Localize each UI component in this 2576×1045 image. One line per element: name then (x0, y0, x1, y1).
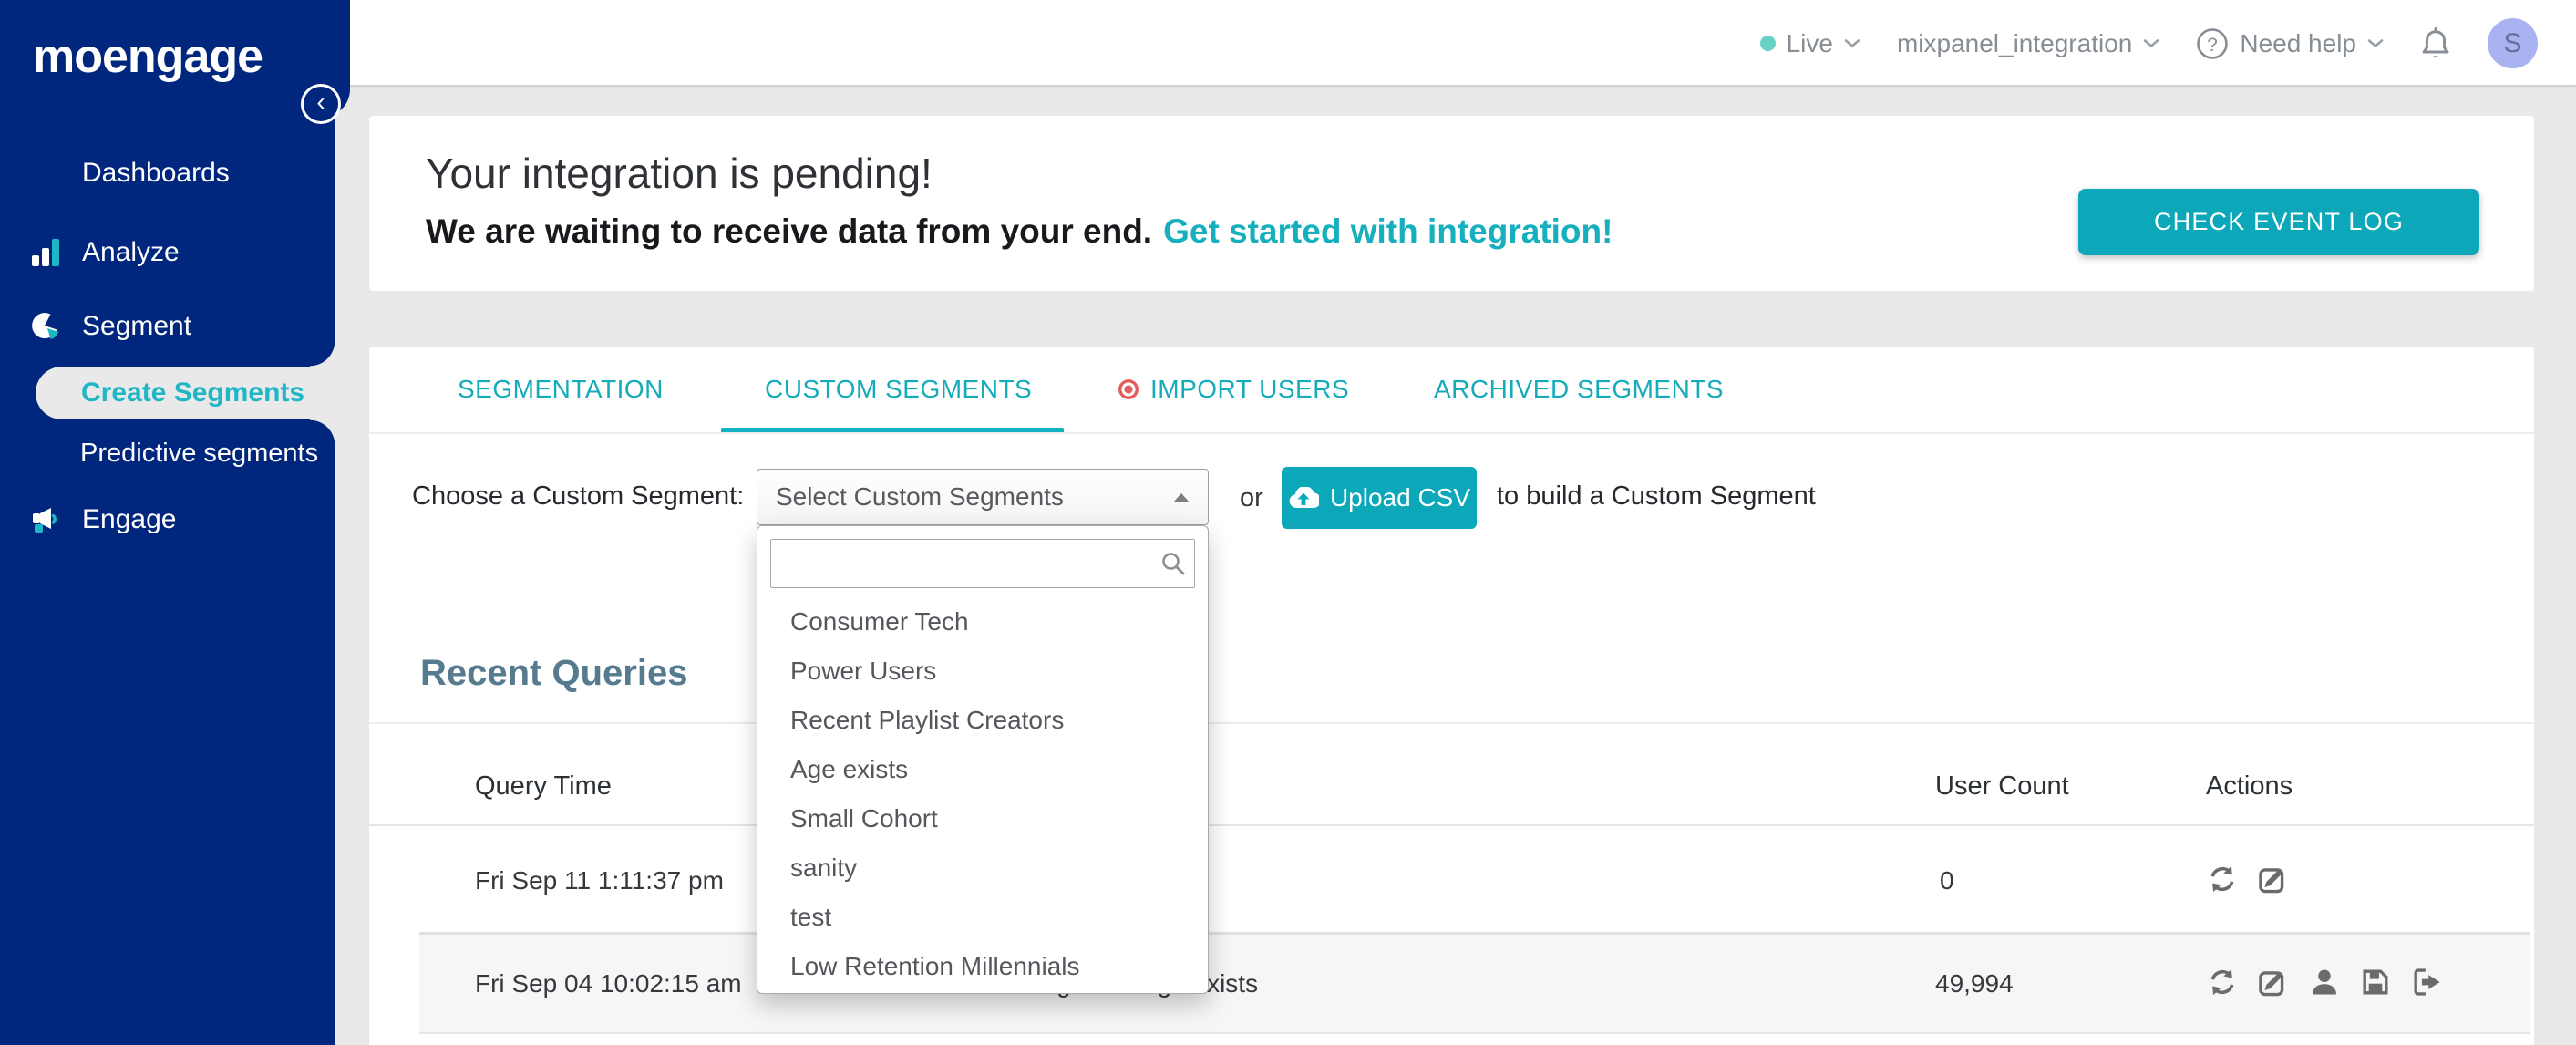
live-status-dot (1759, 36, 1776, 51)
tabs-divider (369, 432, 2534, 434)
cloud-upload-icon (1289, 486, 1319, 508)
sidebar-collapse-button[interactable]: ‹ (301, 84, 341, 124)
sidebar-item-engage[interactable]: Engage (0, 492, 335, 547)
top-bar: Live mixpanel_integration ? Need help S (0, 0, 2576, 87)
column-header-query-time: Query Time (475, 771, 612, 801)
refresh-action-icon[interactable] (2206, 966, 2239, 998)
tab-import-users-label: IMPORT USERS (1150, 375, 1350, 403)
chevron-up-icon (1173, 493, 1190, 502)
tab-custom-segments[interactable]: CUSTOM SEGMENTS (765, 375, 1032, 404)
column-header-actions: Actions (2206, 771, 2293, 801)
section-divider (369, 722, 2534, 724)
tab-segmentation[interactable]: SEGMENTATION (458, 375, 664, 404)
query-time-cell: Fri Sep 04 10:02:15 am (475, 969, 742, 998)
row-actions (2206, 863, 2290, 895)
workspace-selector[interactable]: mixpanel_integration (1897, 29, 2159, 58)
dropdown-search-input[interactable] (770, 539, 1195, 588)
upload-csv-label: Upload CSV (1329, 483, 1471, 512)
sidebar-item-label: Dashboards (82, 158, 230, 188)
sidebar-item-label: Analyze (82, 237, 180, 267)
sidebar-item-label: Predictive segments (80, 438, 319, 468)
table-row: Fri Sep 11 1:11:37 pm 0 (419, 826, 2530, 932)
upload-csv-button[interactable]: Upload CSV (1282, 467, 1477, 529)
import-users-badge-icon (1118, 379, 1139, 399)
or-text: or (1240, 483, 1263, 512)
sidebar-item-create-segments[interactable]: Create Segments (36, 367, 335, 419)
get-started-link[interactable]: Get started with integration! (1163, 212, 1613, 250)
dropdown-option[interactable]: Consumer Tech (757, 597, 1210, 647)
sidebar-item-segment[interactable]: Segment (0, 299, 335, 354)
query-time-cell: Fri Sep 11 1:11:37 pm (475, 866, 724, 895)
column-header-user-count: User Count (1935, 771, 2069, 801)
sidebar-item-label: Create Segments (81, 378, 305, 408)
sidebar-item-label: Segment (82, 311, 192, 341)
chevron-down-icon (2367, 39, 2384, 47)
refresh-action-icon[interactable] (2206, 863, 2239, 895)
banner-subtitle: We are waiting to receive data from your… (426, 212, 1613, 251)
segment-pie-icon (31, 312, 60, 341)
sidebar-item-predictive-segments[interactable]: Predictive segments (0, 427, 335, 480)
export-action-icon[interactable] (2410, 966, 2443, 998)
segments-panel: SEGMENTATION CUSTOM SEGMENTS IMPORT USER… (369, 347, 2534, 1045)
chevron-left-icon: ‹ (316, 88, 325, 116)
environment-selector[interactable]: Live (1759, 28, 1860, 58)
edit-action-icon[interactable] (2257, 966, 2290, 998)
custom-segment-dropdown: Consumer Tech Power Users Recent Playlis… (757, 525, 1209, 994)
search-icon (1162, 553, 1185, 575)
sidebar-item-label: Engage (82, 504, 177, 534)
dropdown-search (770, 539, 1195, 588)
question-circle-icon: ? (2197, 27, 2229, 59)
avatar-initial: S (2503, 27, 2522, 58)
check-event-log-button[interactable]: CHECK EVENT LOG (2078, 189, 2479, 255)
help-label: Need help (2240, 28, 2356, 57)
sidebar-item-analyze[interactable]: Analyze (0, 225, 335, 280)
tab-archived-segments[interactable]: ARCHIVED SEGMENTS (1434, 375, 1724, 404)
dropdown-option[interactable]: sanity (757, 843, 1210, 893)
custom-segment-select-value: Select Custom Segments (776, 482, 1064, 511)
dashboards-grid-icon (31, 159, 60, 188)
avatar[interactable]: S (2488, 18, 2538, 68)
table-row: Fri Sep 04 10:02:15 am Users in custom s… (419, 935, 2530, 1032)
tab-import-users[interactable]: IMPORT USERS (1118, 375, 1349, 404)
recent-queries-heading: Recent Queries (420, 653, 688, 693)
moengage-logo: moengage (33, 30, 263, 83)
chevron-down-icon (2144, 39, 2159, 47)
help-menu[interactable]: ? Need help (2196, 27, 2384, 60)
edit-action-icon[interactable] (2257, 863, 2290, 895)
logo-box: moengage (0, 0, 350, 117)
user-count-cell: 49,994 (1935, 969, 2014, 998)
notifications-bell-icon[interactable] (2420, 26, 2451, 61)
row-actions (2206, 966, 2443, 998)
dropdown-option[interactable]: Age exists (757, 745, 1210, 794)
sidebar-item-dashboards[interactable]: Dashboards (0, 146, 335, 201)
sidebar: moengage ‹ Dashboards Analyze Segment Cr… (0, 0, 350, 1045)
banner-subtitle-text: We are waiting to receive data from your… (426, 212, 1153, 250)
dropdown-option[interactable]: Recent Playlist Creators (757, 696, 1210, 745)
integration-pending-banner: Your integration is pending! We are wait… (369, 116, 2534, 291)
top-bar-right: Live mixpanel_integration ? Need help S (1759, 0, 2538, 87)
chooser-label: Choose a Custom Segment: (412, 481, 745, 511)
dropdown-option[interactable]: Power Users (757, 647, 1210, 696)
save-action-icon[interactable] (2359, 966, 2392, 998)
row-divider (419, 1032, 2530, 1034)
user-count-cell: 0 (1940, 866, 1954, 895)
chooser-suffix-text: to build a Custom Segment (1497, 481, 1816, 511)
dropdown-option[interactable]: Low Retention Millennials (757, 942, 1210, 991)
pill-corner-top (310, 341, 335, 367)
workspace-name: mixpanel_integration (1896, 28, 2133, 57)
engage-megaphone-icon (31, 505, 60, 534)
custom-segment-select[interactable]: Select Custom Segments (757, 469, 1209, 525)
dropdown-option[interactable]: Small Cohort (757, 794, 1210, 843)
environment-label: Live (1786, 28, 1833, 57)
analyze-bars-icon (31, 239, 60, 266)
banner-title: Your integration is pending! (426, 150, 933, 197)
svg-text:?: ? (2208, 35, 2219, 56)
user-action-icon[interactable] (2308, 966, 2341, 998)
chevron-down-icon (1844, 39, 1860, 47)
dropdown-option[interactable]: test (757, 893, 1210, 942)
